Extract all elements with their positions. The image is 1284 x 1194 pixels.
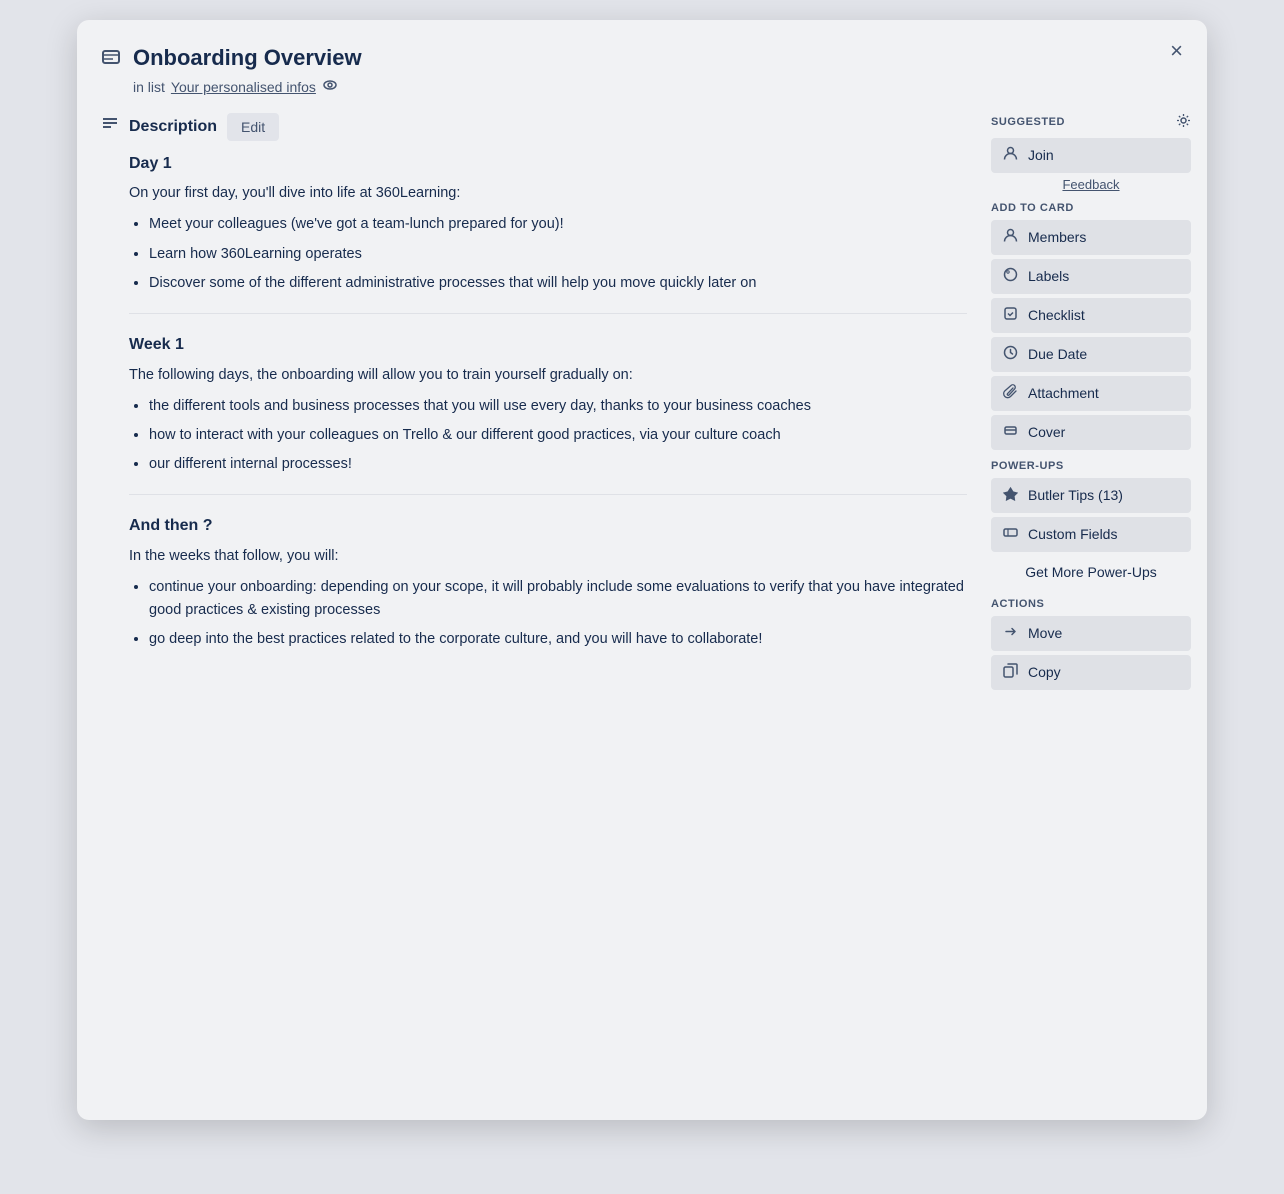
custom-fields-icon	[1003, 525, 1018, 544]
sidebar: SUGGESTED Join Feedback	[991, 105, 1191, 1096]
power-ups-label: POWER-UPS	[991, 460, 1191, 472]
card-modal: Onboarding Overview in list Your persona…	[77, 20, 1207, 1120]
description-title: Description	[129, 118, 217, 136]
join-label: Join	[1028, 147, 1054, 163]
due-date-button[interactable]: Due Date	[991, 337, 1191, 372]
move-icon	[1003, 624, 1018, 643]
clock-icon	[1003, 345, 1018, 364]
attachment-icon	[1003, 384, 1018, 403]
modal-body: Description Edit Day 1 On your first day…	[77, 105, 1207, 1120]
section-divider	[129, 494, 967, 495]
subtitle-prefix: in list	[133, 79, 165, 95]
members-button[interactable]: Members	[991, 220, 1191, 255]
butler-tips-button[interactable]: Butler Tips (13)	[991, 478, 1191, 513]
actions-label: ACTIONS	[991, 598, 1191, 610]
get-more-label: Get More Power-Ups	[1025, 564, 1156, 580]
butler-tips-label: Butler Tips (13)	[1028, 487, 1123, 503]
andthen-heading: And then ?	[129, 513, 967, 539]
list-item: our different internal processes!	[149, 453, 967, 476]
suggested-label: SUGGESTED	[991, 113, 1191, 132]
watch-icon[interactable]	[322, 77, 338, 97]
checklist-button[interactable]: Checklist	[991, 298, 1191, 333]
week1-heading: Week 1	[129, 332, 967, 358]
labels-button[interactable]: Labels	[991, 259, 1191, 294]
list-item: Learn how 360Learning operates	[149, 243, 967, 266]
andthen-intro: In the weeks that follow, you will:	[129, 545, 967, 568]
modal-header: Onboarding Overview in list Your persona…	[77, 20, 1207, 105]
join-button[interactable]: Join	[991, 138, 1191, 173]
move-button[interactable]: Move	[991, 616, 1191, 651]
card-title: Onboarding Overview	[133, 44, 1167, 73]
description-content: Day 1 On your first day, you'll dive int…	[101, 151, 967, 652]
list-item: Meet your colleagues (we've got a team-l…	[149, 213, 967, 236]
feedback-link[interactable]: Feedback	[991, 177, 1191, 192]
checklist-icon	[1003, 306, 1018, 325]
gear-icon[interactable]	[1176, 113, 1191, 132]
members-label: Members	[1028, 229, 1086, 245]
due-date-label: Due Date	[1028, 346, 1087, 362]
week1-list: the different tools and business process…	[149, 395, 967, 477]
butler-icon	[1003, 486, 1018, 505]
description-icon	[101, 115, 119, 138]
move-label: Move	[1028, 625, 1062, 641]
list-item: continue your onboarding: depending on y…	[149, 576, 967, 622]
card-subtitle: in list Your personalised infos	[133, 77, 1167, 97]
attachment-label: Attachment	[1028, 385, 1099, 401]
labels-label: Labels	[1028, 268, 1069, 284]
andthen-list: continue your onboarding: depending on y…	[149, 576, 967, 652]
list-item: go deep into the best practices related …	[149, 628, 967, 651]
list-item: how to interact with your colleagues on …	[149, 424, 967, 447]
cover-icon	[1003, 423, 1018, 442]
custom-fields-button[interactable]: Custom Fields	[991, 517, 1191, 552]
week1-intro: The following days, the onboarding will …	[129, 364, 967, 387]
main-content: Description Edit Day 1 On your first day…	[93, 105, 975, 1096]
day1-heading: Day 1	[129, 151, 967, 177]
attachment-button[interactable]: Attachment	[991, 376, 1191, 411]
custom-fields-label: Custom Fields	[1028, 526, 1117, 542]
section-divider	[129, 313, 967, 314]
close-button[interactable]: ×	[1162, 36, 1191, 66]
header-content: Onboarding Overview in list Your persona…	[133, 44, 1167, 97]
get-more-button[interactable]: Get More Power-Ups	[991, 556, 1191, 588]
copy-label: Copy	[1028, 664, 1061, 680]
list-item: the different tools and business process…	[149, 395, 967, 418]
cover-label: Cover	[1028, 424, 1065, 440]
edit-button[interactable]: Edit	[227, 113, 279, 141]
copy-button[interactable]: Copy	[991, 655, 1191, 690]
description-header: Description Edit	[101, 113, 967, 141]
add-to-card-label: ADD TO CARD	[991, 202, 1191, 214]
list-name-link[interactable]: Your personalised infos	[171, 79, 316, 95]
description-section: Description Edit Day 1 On your first day…	[101, 113, 967, 652]
labels-icon	[1003, 267, 1018, 286]
members-icon	[1003, 228, 1018, 247]
copy-icon	[1003, 663, 1018, 682]
cover-button[interactable]: Cover	[991, 415, 1191, 450]
checklist-label: Checklist	[1028, 307, 1085, 323]
day1-intro: On your first day, you'll dive into life…	[129, 182, 967, 205]
list-item: Discover some of the different administr…	[149, 272, 967, 295]
card-icon	[101, 48, 121, 74]
day1-list: Meet your colleagues (we've got a team-l…	[149, 213, 967, 295]
person-icon	[1003, 146, 1018, 165]
